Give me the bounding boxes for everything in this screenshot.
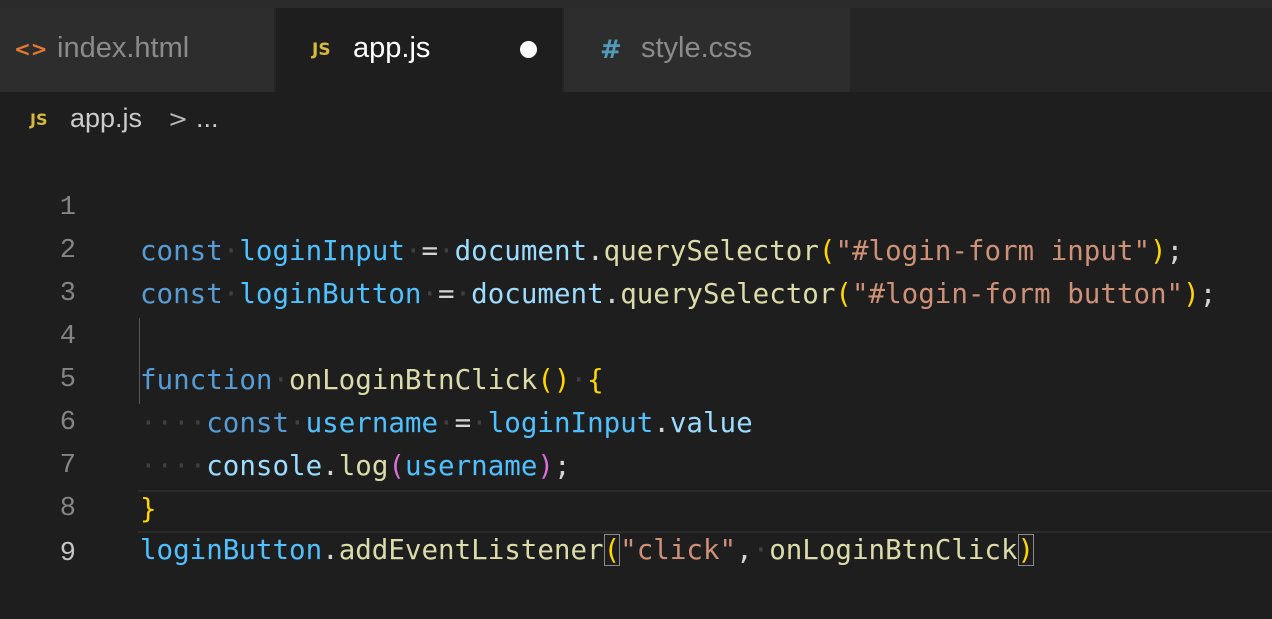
unsaved-changes-dot-icon[interactable] xyxy=(520,41,537,58)
code-line-5: 5 ····const·username·=·loginInput.value xyxy=(0,316,1272,439)
line-number: 9 xyxy=(59,539,76,569)
code-line-4: 4 function·onLoginBtnClick()·{ xyxy=(0,273,1272,396)
code-line-1: 1 const·loginInput·=·document.querySelec… xyxy=(0,144,1272,267)
window-top-strip xyxy=(0,0,1272,8)
code-text: loginButton.addEventListener("click",·on… xyxy=(140,531,1035,570)
token-function: addEventListener xyxy=(338,534,604,566)
tab-app-js[interactable]: JS app.js xyxy=(276,8,562,92)
tab-label: style.css xyxy=(641,32,753,64)
token-punct: . xyxy=(322,534,339,566)
tab-label: index.html xyxy=(57,32,190,64)
code-line-6: 6 ····console.log(username); xyxy=(0,359,1272,482)
javascript-file-icon: JS xyxy=(30,110,48,129)
css-file-icon: # xyxy=(600,35,622,65)
code-line-7: 7 } xyxy=(0,402,1272,525)
html-file-icon: <> xyxy=(14,37,48,61)
token-punct: , xyxy=(736,534,753,566)
token-variable: loginButton xyxy=(140,534,323,566)
token-bracket-match: ) xyxy=(1017,534,1035,566)
code-line-9: loginButton.addEventListener("click",·on… xyxy=(138,490,1272,566)
token-function: onLoginBtnClick xyxy=(769,534,1018,566)
javascript-file-icon: JS xyxy=(312,40,331,60)
token-bracket-match: ( xyxy=(603,534,621,566)
tab-index-html[interactable]: <> index.html xyxy=(0,8,274,92)
indent-guide xyxy=(139,318,140,404)
code-line-3: 3 xyxy=(0,230,1272,309)
code-line-8: 8 xyxy=(0,445,1272,524)
breadcrumb: JS app.js > ... xyxy=(0,92,1272,144)
breadcrumb-file[interactable]: app.js xyxy=(70,103,142,134)
tab-style-css[interactable]: # style.css xyxy=(564,8,850,92)
token-string: "click" xyxy=(620,534,737,566)
code-editor[interactable]: 1 const·loginInput·=·document.querySelec… xyxy=(0,144,1272,582)
chevron-right-icon: > xyxy=(168,105,189,133)
editor-tab-bar: <> index.html JS app.js # style.css xyxy=(0,8,1272,92)
whitespace-dot: · xyxy=(752,534,770,566)
tab-label: app.js xyxy=(353,32,431,64)
breadcrumb-more[interactable]: ... xyxy=(196,103,219,134)
code-line-2: 2 const·loginButton·=·document.querySele… xyxy=(0,187,1272,310)
